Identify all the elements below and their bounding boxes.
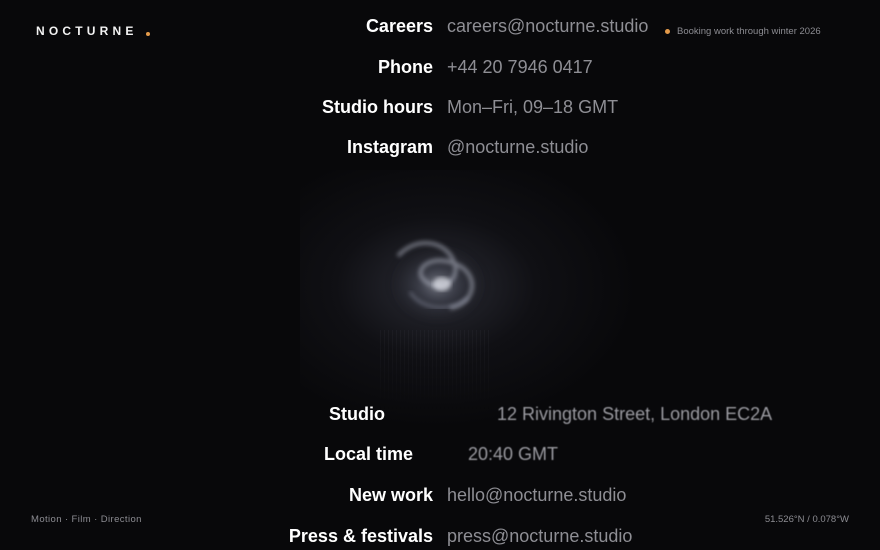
- contact-value-local-time: 20:40 GMT: [468, 444, 559, 464]
- contact-label-studio-hours: Studio hours: [322, 97, 433, 117]
- background-glow: [300, 170, 640, 430]
- contact-label-local-time: Local time: [324, 444, 414, 464]
- footer-disciplines: Motion · Film · Direction: [31, 514, 142, 525]
- contact-value-studio-hours: Mon–Fri, 09–18 GMT: [447, 97, 619, 117]
- brand-logo[interactable]: NOCTURNE: [36, 24, 138, 38]
- contact-label-careers: Careers: [365, 16, 433, 36]
- light-streaks: [380, 330, 490, 410]
- contact-value-new-work[interactable]: hello@nocturne.studio: [447, 485, 626, 506]
- contact-label-phone: Phone: [377, 57, 433, 77]
- contact-value-studio-address: 12 Rivington Street, London EC2A: [497, 404, 773, 424]
- contact-value-phone[interactable]: +44 20 7946 0417: [447, 57, 593, 78]
- contact-value-careers[interactable]: careers@nocturne.studio: [447, 16, 648, 37]
- availability-status: Booking work through winter 2026: [665, 26, 821, 37]
- contact-label-new-work: New work: [348, 485, 433, 505]
- contact-label-instagram: Instagram: [346, 137, 433, 157]
- status-text: Booking work through winter 2026: [677, 26, 821, 37]
- contact-label-studio: Studio: [329, 404, 385, 424]
- status-dot-icon: [665, 29, 670, 34]
- brand-dot: [146, 32, 150, 36]
- contact-label-press: Press & festivals: [288, 526, 433, 546]
- footer-coordinates: 51.526°N / 0.078°W: [764, 514, 849, 525]
- contact-value-press[interactable]: press@nocturne.studio: [447, 526, 632, 547]
- smoke-orb-graphic: [386, 236, 490, 324]
- contact-value-instagram[interactable]: @nocturne.studio: [447, 137, 588, 158]
